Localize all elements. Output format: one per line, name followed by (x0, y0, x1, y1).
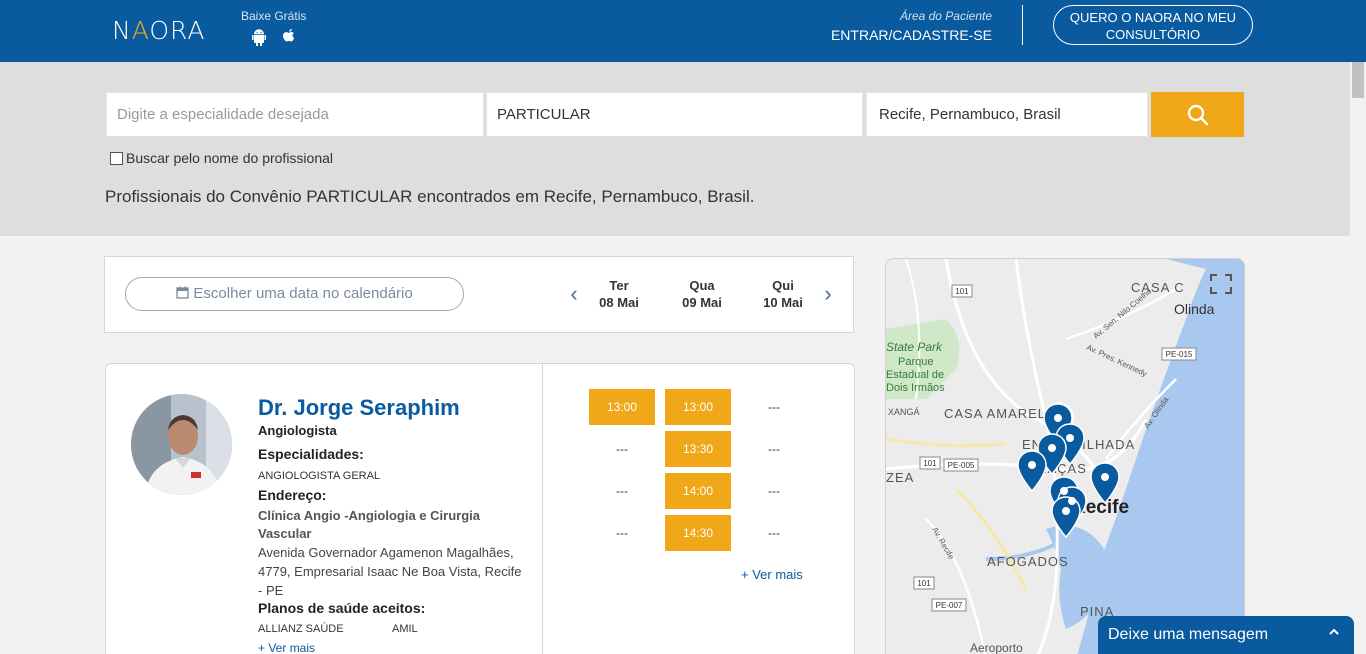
svg-text:PE-007: PE-007 (936, 601, 963, 610)
day-column-header: Qui 10 Mai (748, 277, 818, 311)
map-label: CASA AMARELA (944, 406, 1056, 421)
doctor-name-link[interactable]: Dr. Jorge Seraphim (258, 395, 460, 421)
time-slot[interactable]: 14:00 (665, 473, 731, 509)
area-paciente-label: Área do Paciente (899, 9, 992, 23)
day-of-week: Qua (689, 278, 715, 293)
clinic-name: Clínica Angio -Angiologia e Cirurgia Vas… (258, 508, 480, 541)
scrollbar-thumb[interactable] (1352, 62, 1364, 98)
svg-text:101: 101 (917, 579, 931, 588)
results-summary: Profissionais do Convênio PARTICULAR enc… (105, 187, 755, 206)
time-slot[interactable]: 13:30 (665, 431, 731, 467)
doctor-specialty: Angiologista (258, 423, 337, 438)
road (925, 518, 987, 654)
entrar-cadastre-link[interactable]: ENTRAR/CADASTRE-SE (820, 27, 992, 43)
map-label: Av. Recife (930, 526, 956, 562)
search-section: Digite a especialidade desejada PARTICUL… (0, 62, 1350, 236)
map-label: Dois Irmãos (886, 382, 945, 394)
prev-dates-arrow-icon[interactable]: ‹ (567, 281, 581, 307)
calendar-date-button[interactable]: Escolher uma data no calendário (125, 277, 464, 311)
especialidades-label: Especialidades: (258, 446, 364, 462)
chevron-up-icon[interactable] (1328, 625, 1340, 641)
search-button[interactable] (1151, 92, 1244, 137)
next-dates-arrow-icon[interactable]: › (821, 281, 835, 307)
time-slot-empty: --- (768, 526, 780, 540)
page-scrollbar[interactable] (1350, 62, 1366, 654)
day-date: 08 Mai (599, 295, 639, 310)
map-marker-icon[interactable] (1017, 450, 1047, 493)
ver-mais-horarios-link[interactable]: + Ver mais (741, 567, 803, 582)
apple-icon[interactable] (280, 28, 298, 46)
clinic-address: Avenida Governador Agamenon Magalhães, 4… (258, 545, 522, 598)
insurance-select[interactable]: PARTICULAR (486, 92, 863, 137)
map-label: XANGÁ (888, 407, 920, 417)
road (886, 437, 1007, 448)
time-slot-empty: --- (616, 442, 628, 456)
map-label: Aeroporto (970, 641, 1023, 654)
planos-label: Planos de saúde aceitos: (258, 600, 426, 616)
road (954, 487, 1028, 590)
map-label: Av. Sen. Nilo Coelho (1092, 286, 1154, 340)
map-label: Parque (898, 356, 933, 368)
time-slot[interactable]: 13:00 (665, 389, 731, 425)
calendar-button-label: Escolher uma data no calendário (193, 285, 413, 302)
day-date: 10 Mai (763, 295, 803, 310)
doctor-avatar[interactable] (131, 394, 232, 495)
card-divider (542, 364, 543, 654)
calendar-icon (176, 286, 189, 299)
svg-text:101: 101 (923, 459, 937, 468)
road-shield: PE-015 (1161, 347, 1197, 361)
naora-logo[interactable]: NAORA (112, 14, 216, 48)
road-shield: PE-007 (931, 598, 967, 612)
name-search-checkbox-label: Buscar pelo nome do profissional (126, 150, 334, 166)
chat-widget-label: Deixe uma mensagem (1108, 626, 1269, 643)
day-of-week: Qui (772, 278, 794, 293)
specialty-input[interactable]: Digite a especialidade desejada (106, 92, 484, 137)
svg-text:101: 101 (955, 287, 969, 296)
map-label: State Park (886, 340, 943, 354)
app-download-icons (250, 28, 298, 46)
baixe-gratis-label: Baixe Grátis (241, 9, 307, 23)
plano-item: AMIL (392, 623, 418, 635)
day-column-header: Qua 09 Mai (667, 277, 737, 311)
map-label: Av. Pres. Kennedy (1085, 343, 1148, 379)
time-slot[interactable]: 13:00 (589, 389, 655, 425)
especialidade-value: ANGIOLOGISTA GERAL (258, 470, 381, 482)
time-slot-empty: --- (768, 442, 780, 456)
name-search-checkbox[interactable] (110, 151, 123, 165)
quero-naora-button[interactable]: QUERO O NAORA NO MEU CONSULTÓRIO (1053, 5, 1253, 45)
map-label: Estadual de (886, 369, 944, 381)
android-icon[interactable] (250, 28, 268, 46)
search-icon (1187, 104, 1208, 125)
header-divider (1022, 5, 1023, 45)
day-date: 09 Mai (682, 295, 722, 310)
time-slot[interactable]: 14:30 (665, 515, 731, 551)
ver-mais-planos-link[interactable]: + Ver mais (258, 641, 315, 654)
road-shield: 101 (913, 576, 935, 590)
day-of-week: Ter (609, 278, 629, 293)
time-slot-empty: --- (616, 484, 628, 498)
road-shield: 101 (919, 456, 941, 470)
time-slot-empty: --- (616, 526, 628, 540)
time-slot-empty: --- (768, 484, 780, 498)
map-label: Olinda (1174, 301, 1215, 317)
date-selector-bar: Escolher uma data no calendário ‹ Ter 08… (104, 256, 854, 333)
map-panel[interactable]: 101 101 101 PE-015 PE-005 PE-007 CASA C … (885, 258, 1245, 654)
plano-item: ALLIANZ SAÚDE (258, 623, 344, 635)
site-header: NAORA Baixe Grátis Área do Paciente ENTR… (0, 0, 1366, 62)
road-shield: PE-005 (943, 458, 979, 472)
endereco-label: Endereço: (258, 487, 327, 503)
time-slot-empty: --- (768, 400, 780, 414)
day-column-header: Ter 08 Mai (584, 277, 654, 311)
chat-widget[interactable]: Deixe uma mensagem (1098, 616, 1354, 654)
name-search-checkbox-row[interactable]: Buscar pelo nome do profissional (110, 150, 333, 166)
doctor-card: Dr. Jorge Seraphim Angiologista Especial… (105, 363, 855, 654)
map-label: ZEA (886, 470, 914, 485)
svg-text:PE-015: PE-015 (1166, 350, 1193, 359)
svg-text:PE-005: PE-005 (948, 461, 975, 470)
map-label: AFOGADOS (987, 554, 1069, 569)
location-input[interactable]: Recife, Pernambuco, Brasil (866, 92, 1148, 137)
road-shield: 101 (951, 284, 973, 298)
